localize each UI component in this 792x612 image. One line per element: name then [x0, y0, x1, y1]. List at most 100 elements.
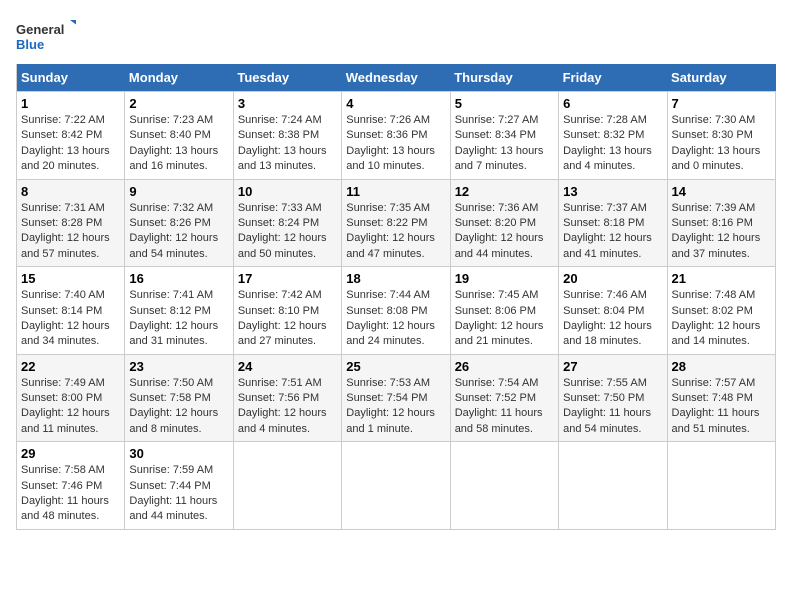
- daylight-label: Daylight: 12 hours and 4 minutes.: [238, 407, 327, 434]
- sunset-label: Sunset: 8:34 PM: [455, 129, 536, 141]
- sunset-label: Sunset: 8:04 PM: [563, 305, 644, 317]
- daylight-label: Daylight: 11 hours and 44 minutes.: [129, 495, 217, 522]
- daylight-label: Daylight: 12 hours and 24 minutes.: [346, 320, 435, 347]
- day-number: 26: [455, 359, 554, 374]
- day-info: Sunrise: 7:46 AM Sunset: 8:04 PM Dayligh…: [563, 288, 662, 350]
- calendar-cell: 22 Sunrise: 7:49 AM Sunset: 8:00 PM Dayl…: [17, 354, 125, 442]
- calendar-cell: 24 Sunrise: 7:51 AM Sunset: 7:56 PM Dayl…: [233, 354, 341, 442]
- calendar-cell: 26 Sunrise: 7:54 AM Sunset: 7:52 PM Dayl…: [450, 354, 558, 442]
- sunrise-label: Sunrise: 7:41 AM: [129, 289, 213, 301]
- calendar-cell: 16 Sunrise: 7:41 AM Sunset: 8:12 PM Dayl…: [125, 267, 233, 355]
- logo: General Blue: [16, 16, 76, 56]
- weekday-header: Tuesday: [233, 64, 341, 92]
- day-number: 20: [563, 271, 662, 286]
- day-number: 18: [346, 271, 445, 286]
- day-number: 23: [129, 359, 228, 374]
- daylight-label: Daylight: 12 hours and 8 minutes.: [129, 407, 218, 434]
- calendar-cell: 13 Sunrise: 7:37 AM Sunset: 8:18 PM Dayl…: [559, 179, 667, 267]
- sunrise-label: Sunrise: 7:30 AM: [672, 114, 756, 126]
- sunrise-label: Sunrise: 7:46 AM: [563, 289, 647, 301]
- day-info: Sunrise: 7:22 AM Sunset: 8:42 PM Dayligh…: [21, 113, 120, 175]
- sunset-label: Sunset: 8:18 PM: [563, 217, 644, 229]
- day-info: Sunrise: 7:44 AM Sunset: 8:08 PM Dayligh…: [346, 288, 445, 350]
- daylight-label: Daylight: 13 hours and 20 minutes.: [21, 145, 110, 172]
- sunrise-label: Sunrise: 7:26 AM: [346, 114, 430, 126]
- daylight-label: Daylight: 13 hours and 0 minutes.: [672, 145, 761, 172]
- sunset-label: Sunset: 8:36 PM: [346, 129, 427, 141]
- sunset-label: Sunset: 8:38 PM: [238, 129, 319, 141]
- calendar-cell: 15 Sunrise: 7:40 AM Sunset: 8:14 PM Dayl…: [17, 267, 125, 355]
- day-number: 2: [129, 96, 228, 111]
- calendar-cell: 10 Sunrise: 7:33 AM Sunset: 8:24 PM Dayl…: [233, 179, 341, 267]
- calendar-cell: 1 Sunrise: 7:22 AM Sunset: 8:42 PM Dayli…: [17, 92, 125, 180]
- sunset-label: Sunset: 8:32 PM: [563, 129, 644, 141]
- day-info: Sunrise: 7:33 AM Sunset: 8:24 PM Dayligh…: [238, 201, 337, 263]
- calendar-cell: [667, 442, 775, 530]
- sunrise-label: Sunrise: 7:58 AM: [21, 464, 105, 476]
- calendar-week-row: 8 Sunrise: 7:31 AM Sunset: 8:28 PM Dayli…: [17, 179, 776, 267]
- sunrise-label: Sunrise: 7:35 AM: [346, 202, 430, 214]
- sunrise-label: Sunrise: 7:24 AM: [238, 114, 322, 126]
- sunrise-label: Sunrise: 7:54 AM: [455, 377, 539, 389]
- day-info: Sunrise: 7:39 AM Sunset: 8:16 PM Dayligh…: [672, 201, 771, 263]
- day-info: Sunrise: 7:59 AM Sunset: 7:44 PM Dayligh…: [129, 463, 228, 525]
- day-info: Sunrise: 7:31 AM Sunset: 8:28 PM Dayligh…: [21, 201, 120, 263]
- sunrise-label: Sunrise: 7:39 AM: [672, 202, 756, 214]
- sunrise-label: Sunrise: 7:48 AM: [672, 289, 756, 301]
- sunrise-label: Sunrise: 7:57 AM: [672, 377, 756, 389]
- daylight-label: Daylight: 13 hours and 13 minutes.: [238, 145, 327, 172]
- day-info: Sunrise: 7:28 AM Sunset: 8:32 PM Dayligh…: [563, 113, 662, 175]
- sunrise-label: Sunrise: 7:42 AM: [238, 289, 322, 301]
- sunrise-label: Sunrise: 7:51 AM: [238, 377, 322, 389]
- calendar-cell: 11 Sunrise: 7:35 AM Sunset: 8:22 PM Dayl…: [342, 179, 450, 267]
- sunrise-label: Sunrise: 7:27 AM: [455, 114, 539, 126]
- day-number: 3: [238, 96, 337, 111]
- daylight-label: Daylight: 12 hours and 37 minutes.: [672, 232, 761, 259]
- sunset-label: Sunset: 8:28 PM: [21, 217, 102, 229]
- sunrise-label: Sunrise: 7:45 AM: [455, 289, 539, 301]
- sunrise-label: Sunrise: 7:53 AM: [346, 377, 430, 389]
- weekday-header: Saturday: [667, 64, 775, 92]
- day-number: 17: [238, 271, 337, 286]
- sunrise-label: Sunrise: 7:31 AM: [21, 202, 105, 214]
- sunrise-label: Sunrise: 7:55 AM: [563, 377, 647, 389]
- day-info: Sunrise: 7:41 AM Sunset: 8:12 PM Dayligh…: [129, 288, 228, 350]
- calendar-cell: [233, 442, 341, 530]
- day-info: Sunrise: 7:36 AM Sunset: 8:20 PM Dayligh…: [455, 201, 554, 263]
- day-info: Sunrise: 7:40 AM Sunset: 8:14 PM Dayligh…: [21, 288, 120, 350]
- sunrise-label: Sunrise: 7:32 AM: [129, 202, 213, 214]
- sunrise-label: Sunrise: 7:59 AM: [129, 464, 213, 476]
- day-number: 24: [238, 359, 337, 374]
- calendar-cell: 8 Sunrise: 7:31 AM Sunset: 8:28 PM Dayli…: [17, 179, 125, 267]
- day-info: Sunrise: 7:35 AM Sunset: 8:22 PM Dayligh…: [346, 201, 445, 263]
- daylight-label: Daylight: 11 hours and 48 minutes.: [21, 495, 109, 522]
- day-number: 30: [129, 446, 228, 461]
- calendar-cell: 9 Sunrise: 7:32 AM Sunset: 8:26 PM Dayli…: [125, 179, 233, 267]
- svg-text:Blue: Blue: [16, 37, 44, 52]
- day-number: 12: [455, 184, 554, 199]
- calendar-cell: 27 Sunrise: 7:55 AM Sunset: 7:50 PM Dayl…: [559, 354, 667, 442]
- day-info: Sunrise: 7:27 AM Sunset: 8:34 PM Dayligh…: [455, 113, 554, 175]
- calendar-week-row: 15 Sunrise: 7:40 AM Sunset: 8:14 PM Dayl…: [17, 267, 776, 355]
- daylight-label: Daylight: 13 hours and 7 minutes.: [455, 145, 544, 172]
- calendar-cell: 12 Sunrise: 7:36 AM Sunset: 8:20 PM Dayl…: [450, 179, 558, 267]
- day-number: 29: [21, 446, 120, 461]
- calendar-cell: 25 Sunrise: 7:53 AM Sunset: 7:54 PM Dayl…: [342, 354, 450, 442]
- calendar-table: SundayMondayTuesdayWednesdayThursdayFrid…: [16, 64, 776, 530]
- weekday-header: Sunday: [17, 64, 125, 92]
- sunrise-label: Sunrise: 7:36 AM: [455, 202, 539, 214]
- weekday-header: Friday: [559, 64, 667, 92]
- weekday-header: Monday: [125, 64, 233, 92]
- calendar-cell: 4 Sunrise: 7:26 AM Sunset: 8:36 PM Dayli…: [342, 92, 450, 180]
- day-info: Sunrise: 7:55 AM Sunset: 7:50 PM Dayligh…: [563, 376, 662, 438]
- day-number: 5: [455, 96, 554, 111]
- day-info: Sunrise: 7:30 AM Sunset: 8:30 PM Dayligh…: [672, 113, 771, 175]
- day-number: 25: [346, 359, 445, 374]
- calendar-cell: [559, 442, 667, 530]
- day-number: 19: [455, 271, 554, 286]
- calendar-cell: [450, 442, 558, 530]
- day-info: Sunrise: 7:23 AM Sunset: 8:40 PM Dayligh…: [129, 113, 228, 175]
- sunset-label: Sunset: 7:52 PM: [455, 392, 536, 404]
- sunset-label: Sunset: 8:14 PM: [21, 305, 102, 317]
- daylight-label: Daylight: 13 hours and 10 minutes.: [346, 145, 435, 172]
